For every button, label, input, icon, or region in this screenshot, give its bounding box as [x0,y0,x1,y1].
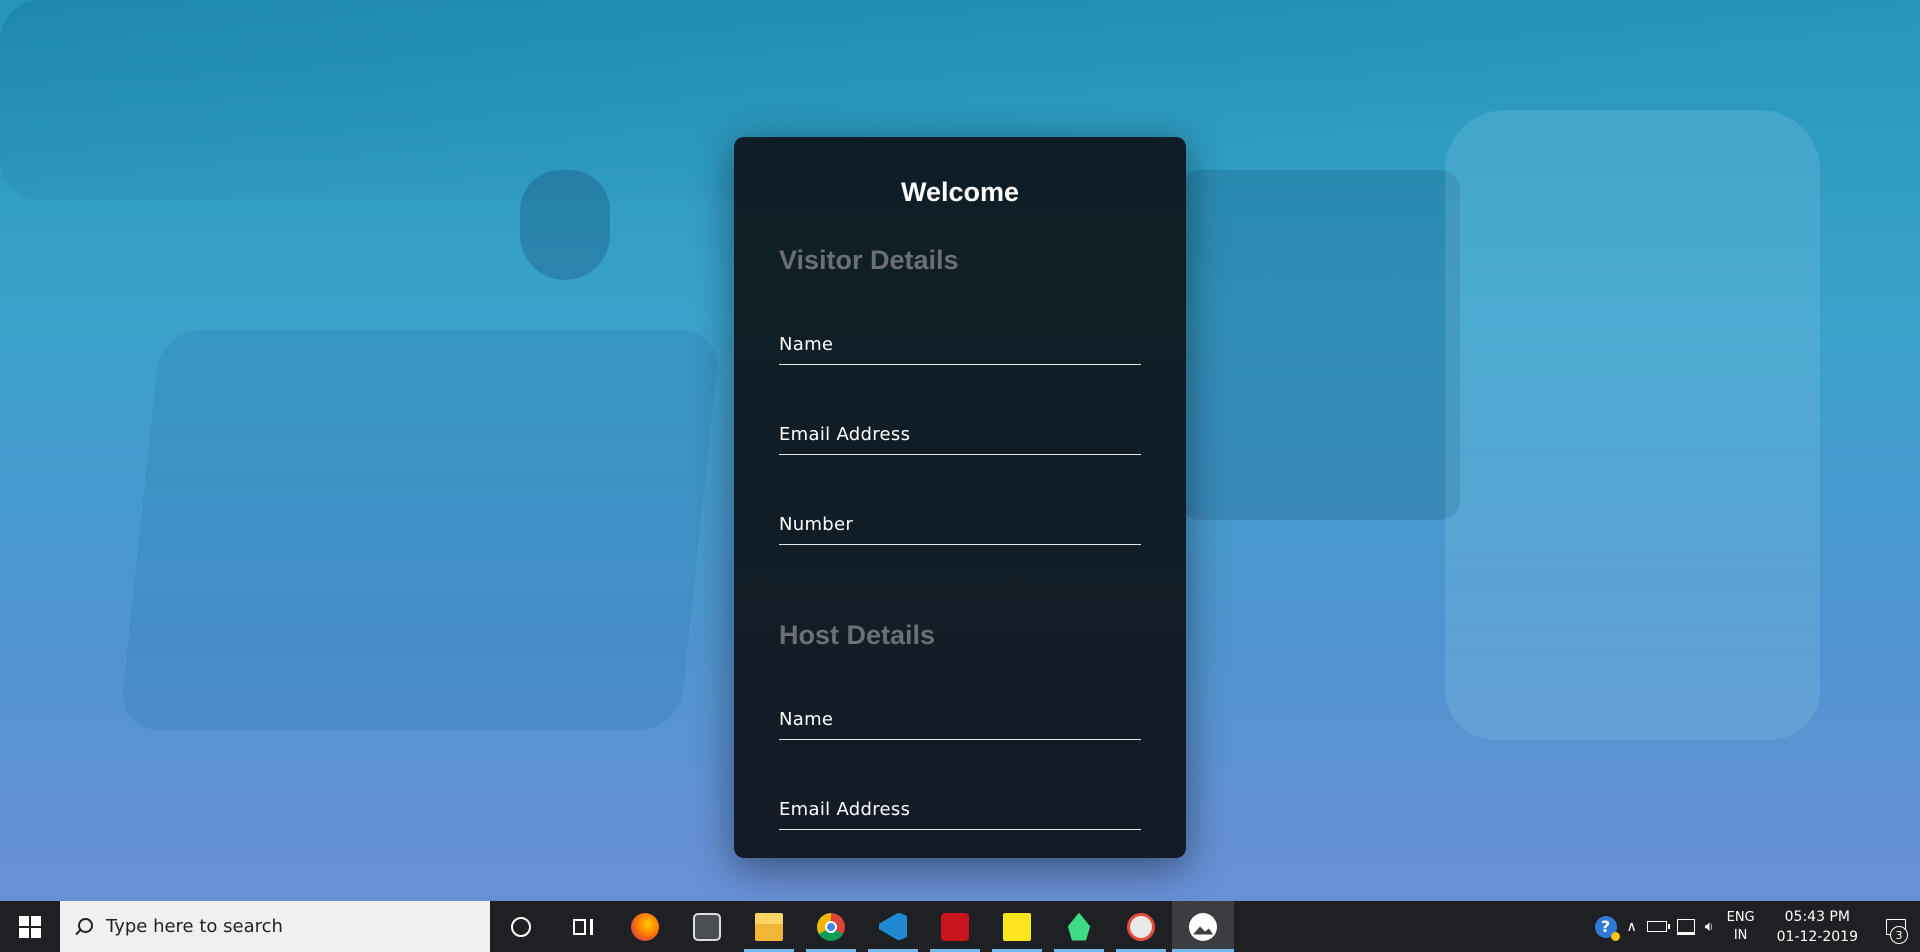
search-placeholder: Type here to search [106,916,283,937]
taskbar-app-chrome[interactable] [800,901,862,952]
clock-time: 05:43 PM [1784,908,1850,925]
host-name-input[interactable] [779,703,1145,741]
show-hidden-icons-button[interactable]: ∧ [1622,901,1642,952]
visitor-name-input[interactable] [779,328,1145,366]
taskbar-app-vscode[interactable] [862,901,924,952]
host-name-field[interactable]: Name [779,703,1145,741]
windows-logo-icon [19,915,41,938]
language-indicator[interactable]: ENG IN [1719,909,1763,945]
visitor-number-input[interactable] [779,508,1145,546]
wallpaper-screen [1180,170,1460,520]
visitor-number-field[interactable]: Number [779,508,1145,546]
visitor-email-input[interactable] [779,418,1145,456]
taskbar: Type here to search ? ∧ 🔉︎ ENG IN 05:43 … [0,901,1920,952]
photos-icon [1189,912,1217,941]
android-studio-icon [1067,912,1091,941]
taskbar-app-file-explorer[interactable] [738,901,800,952]
file-explorer-icon [755,912,783,941]
host-details-heading: Host Details [779,620,936,650]
sticky-notes-icon [1003,912,1031,941]
language-region: IN [1733,927,1748,943]
search-icon [74,917,93,936]
taskbar-app-photos[interactable] [1172,901,1234,952]
help-icon: ? [1594,915,1620,941]
host-email-field[interactable]: Email Address [779,793,1145,831]
chrome-icon [817,912,845,941]
welcome-form-card: Welcome Visitor Details Name Email Addre… [734,137,1186,858]
form-title: Welcome [900,177,1020,207]
network-tray-button[interactable] [1672,901,1700,952]
clock-date: 01-12-2019 [1776,928,1858,945]
firefox-icon [631,912,659,941]
host-email-input[interactable] [779,793,1145,831]
taskbar-app-acrobat[interactable] [924,901,986,952]
wallpaper-apple-logo [520,170,610,280]
visitor-details-heading: Visitor Details [779,245,959,275]
taskbar-app-sticky-notes[interactable] [986,901,1048,952]
action-center-button[interactable]: 3 [1872,901,1920,952]
volume-tray-button[interactable]: 🔉︎ [1700,901,1719,952]
wallpaper-cup [1445,110,1820,740]
help-tray-button[interactable]: ? [1590,901,1622,952]
chevron-up-icon: ∧ [1626,918,1637,935]
network-icon [1676,918,1695,935]
vscode-icon [879,912,907,941]
cortana-icon [511,916,531,937]
task-view-button[interactable] [552,901,614,952]
visitor-name-field[interactable]: Name [779,328,1145,366]
wallpaper-laptop [118,330,722,730]
battery-tray-button[interactable] [1642,901,1672,952]
settings-app-icon [693,912,721,941]
volume-icon: 🔉︎ [1704,918,1714,935]
battery-icon [1646,921,1670,932]
taskbar-app-settings[interactable] [676,901,738,952]
task-view-icon [573,918,593,935]
system-tray: ? ∧ 🔉︎ ENG IN 05:43 PM 01-12-2019 3 [1590,901,1920,952]
taskbar-search-box[interactable]: Type here to search [60,901,490,952]
clock[interactable]: 05:43 PM 01-12-2019 [1763,907,1872,947]
taskbar-app-snipping-tool[interactable] [1110,901,1172,952]
notification-count-badge: 3 [1890,926,1908,944]
snipping-tool-icon [1127,912,1155,941]
taskbar-app-firefox[interactable] [614,901,676,952]
language-code: ENG [1726,909,1755,925]
visitor-email-field[interactable]: Email Address [779,418,1145,456]
desktop-wallpaper: Welcome Visitor Details Name Email Addre… [0,0,1920,901]
cortana-button[interactable] [490,901,552,952]
taskbar-app-android-studio[interactable] [1048,901,1110,952]
acrobat-icon [941,912,969,941]
start-button[interactable] [0,901,60,952]
